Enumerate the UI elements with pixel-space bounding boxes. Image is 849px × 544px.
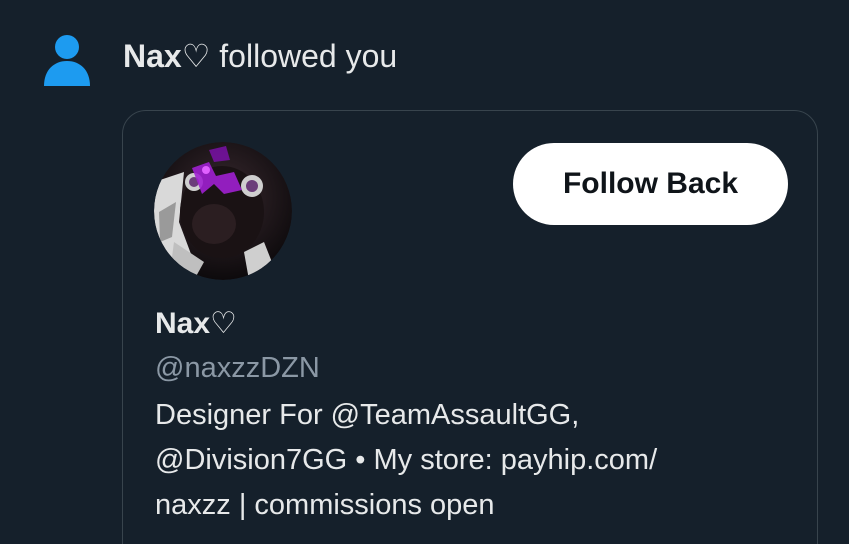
notification-actor-name[interactable]: Nax♡ — [123, 38, 210, 74]
notification-action: followed you — [210, 38, 398, 74]
notification-text: Nax♡ followed you — [123, 36, 397, 76]
profile-bio: Designer For @TeamAssaultGG, @Division7G… — [155, 393, 795, 528]
notification-item[interactable]: Nax♡ followed you Follow Back Nax♡ @naxz… — [0, 0, 849, 544]
bio-line: @Division7GG • My store: payhip.com/ — [155, 444, 658, 476]
follow-back-button[interactable]: Follow Back — [513, 143, 788, 225]
profile-handle[interactable]: @naxzzDZN — [155, 349, 320, 387]
avatar[interactable] — [154, 142, 292, 280]
bio-line: Designer For @TeamAssaultGG, — [155, 399, 580, 431]
bio-line: naxzz | commissions open — [155, 489, 495, 521]
profile-display-name[interactable]: Nax♡ — [155, 305, 237, 343]
person-icon — [44, 35, 90, 86]
